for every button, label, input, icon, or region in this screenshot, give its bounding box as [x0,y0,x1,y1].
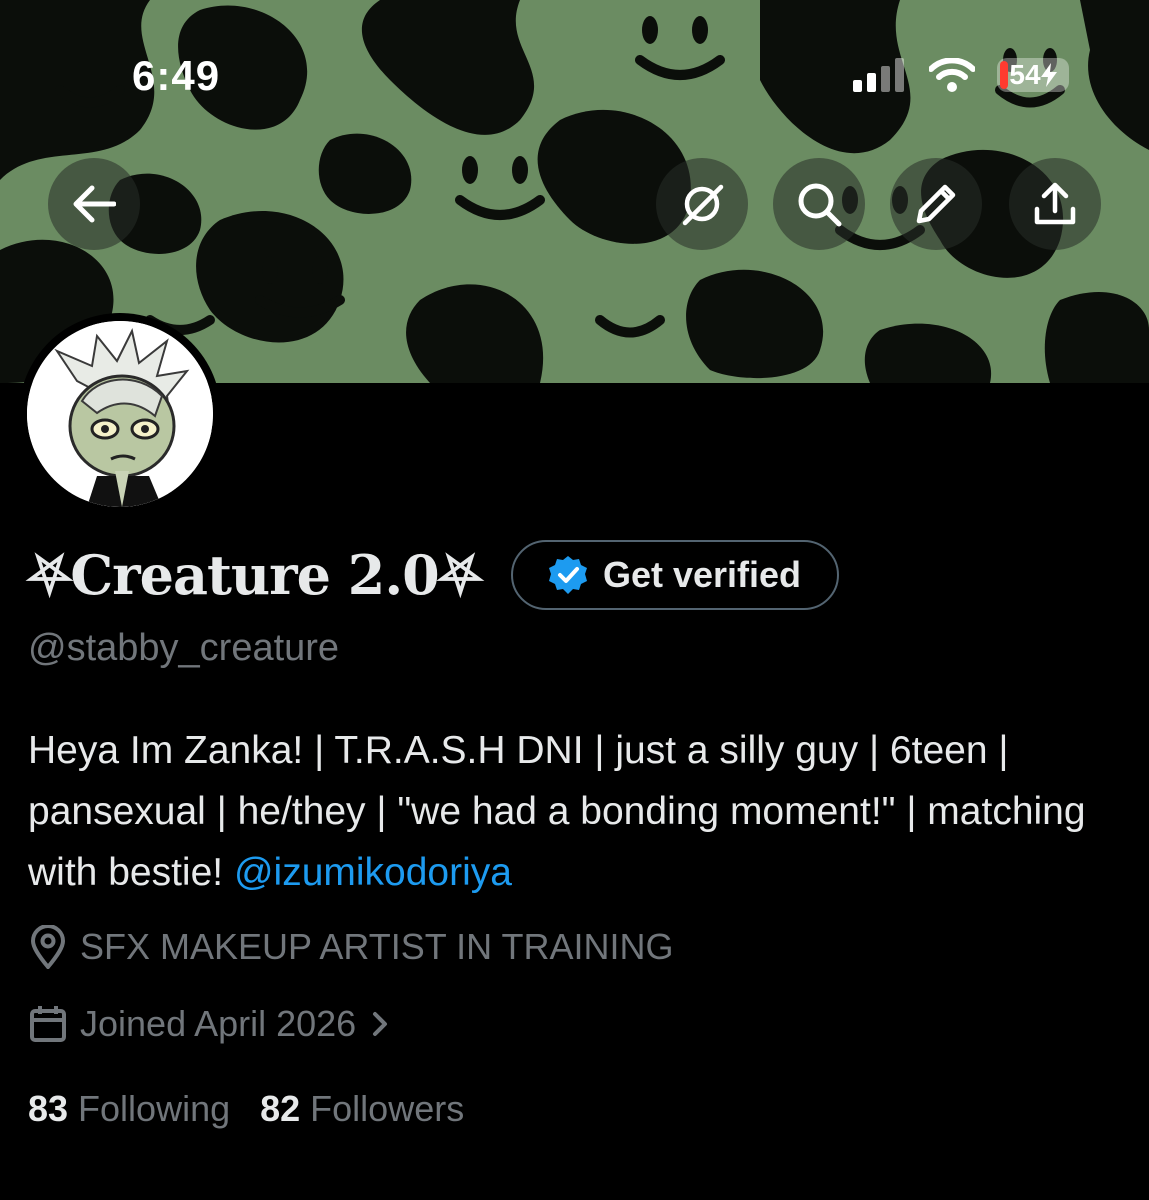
profile-avatar[interactable] [19,313,221,515]
search-icon [798,183,842,227]
share-icon [1034,182,1076,225]
battery-level: 54 [1009,59,1041,90]
profile-name-row: ⛧Creature 2.0⛧ Get verified [28,540,840,610]
location-text: SFX MAKEUP ARTIST IN TRAINING [80,926,674,967]
bio-text: Heya Im Zanka! | T.R.A.S.H DNI | just a … [28,729,1086,894]
back-arrow-icon [73,185,116,223]
wifi-icon [929,58,975,92]
joined-text: Joined April 2026 [80,1003,357,1044]
back-button[interactable] [48,158,140,250]
edit-button[interactable] [890,158,982,250]
following-link[interactable]: 83 Following [28,1088,230,1130]
get-verified-label: Get verified [602,554,802,595]
status-time: 6:49 [132,52,221,99]
followers-count: 82 [260,1088,301,1129]
chevron-right-icon [373,1012,388,1036]
followers-link[interactable]: 82 Followers [260,1088,464,1130]
pencil-icon [916,184,956,224]
profile-handle: @stabby_creature [28,627,340,669]
location-row: SFX MAKEUP ARTIST IN TRAINING [28,925,673,969]
charging-bolt-icon [1040,63,1057,87]
profile-bio: Heya Im Zanka! | T.R.A.S.H DNI | just a … [28,720,1118,903]
display-name: ⛧Creature 2.0⛧ [28,542,482,607]
follow-stats: 83 Following 82 Followers [28,1088,464,1130]
verified-badge-icon [548,556,587,594]
location-pin-icon [30,925,66,969]
grok-button[interactable] [656,158,748,250]
followers-label: Followers [310,1088,465,1129]
grok-icon [682,184,724,226]
status-icons: 54 [853,58,1069,92]
profile-banner[interactable]: 6:49 54 [0,0,1149,383]
following-label: Following [78,1088,231,1129]
battery-indicator: 54 [997,58,1069,92]
avatar-image [27,321,213,507]
following-count: 83 [28,1088,69,1129]
share-button[interactable] [1009,158,1101,250]
get-verified-button[interactable]: Get verified [510,540,840,610]
bio-mention-link[interactable]: @izumikodoriya [234,851,512,894]
calendar-icon [30,1006,66,1042]
search-button[interactable] [773,158,865,250]
signal-icon [853,58,904,92]
joined-row[interactable]: Joined April 2026 [28,1003,392,1045]
